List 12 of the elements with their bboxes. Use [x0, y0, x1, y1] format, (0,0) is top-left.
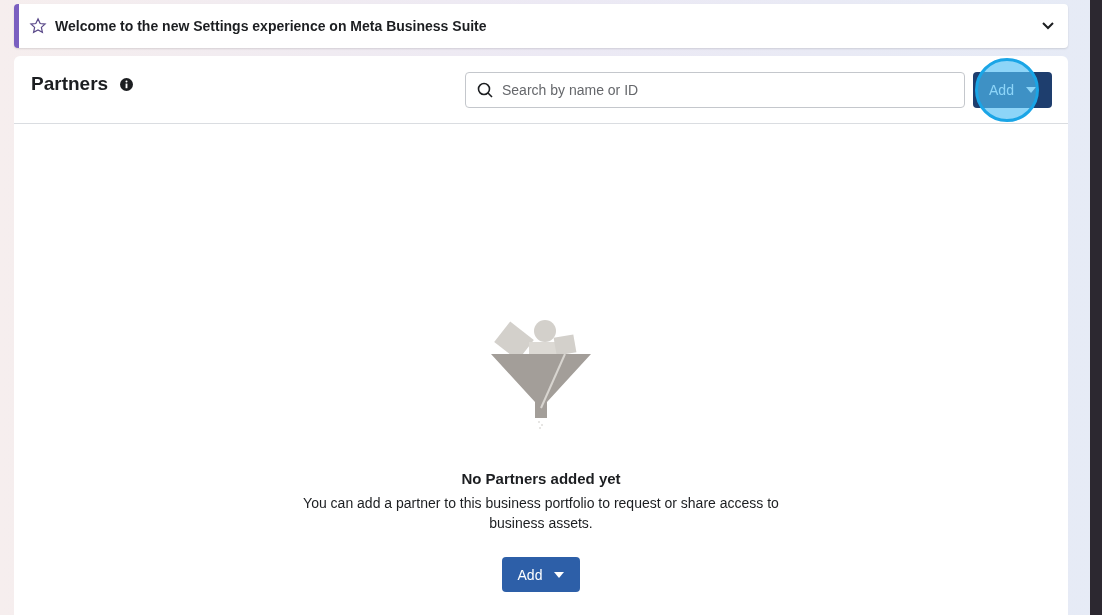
add-button[interactable]: Add — [501, 557, 581, 592]
search-field[interactable]: Search by name or ID — [465, 71, 965, 108]
info-icon[interactable] — [120, 78, 134, 91]
welcome-banner[interactable]: Welcome to the new Settings experience on Meta Business Suite — [14, 4, 1068, 48]
banner-title: Welcome to the new Settings experience on Meta Business Suite — [55, 18, 488, 34]
chevron-icon[interactable] — [1042, 22, 1054, 30]
caret-icon — [554, 571, 565, 578]
caret-icon — [1025, 86, 1036, 93]
page-title: Partners — [31, 72, 109, 95]
empty-message: You can add a partner to this business portfolio to request or share access to business assets. — [302, 494, 780, 533]
star-icon — [29, 17, 47, 35]
empty-title: No Partners added yet — [461, 470, 621, 487]
